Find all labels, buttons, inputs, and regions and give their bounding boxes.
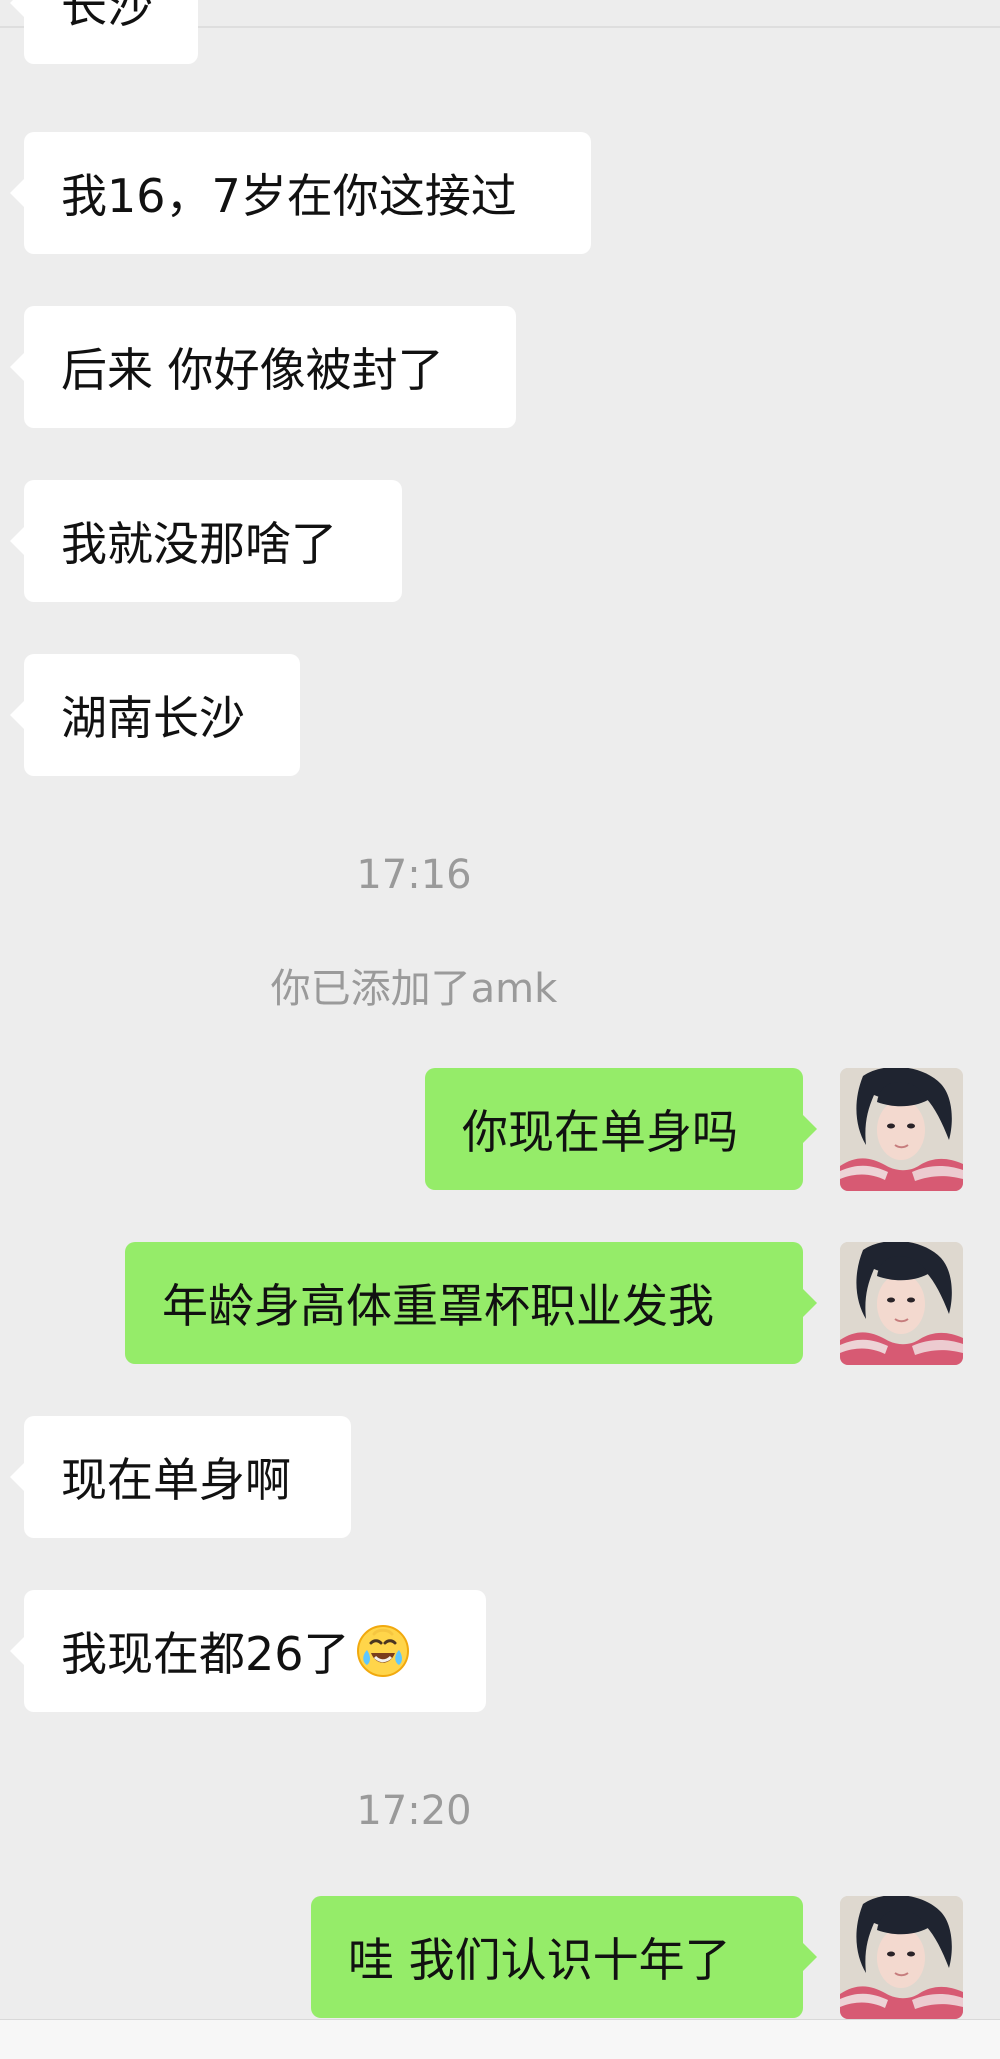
message-bubble-incoming[interactable]: 后来 你好像被封了: [10, 306, 516, 428]
message-text: 现在单身啊: [61, 1453, 291, 1507]
message-bubble-incoming[interactable]: 长沙: [10, 0, 198, 64]
message-text: 我16，7岁在你这接过: [61, 169, 517, 223]
message-bubble-outgoing[interactable]: 哇 我们认识十年了: [311, 1896, 817, 2018]
message-text: 年龄身高体重罩杯职业发我: [162, 1279, 714, 1333]
avatar[interactable]: [840, 1896, 963, 2019]
message-bubble-incoming[interactable]: 现在单身啊: [10, 1416, 351, 1538]
message-bubble-incoming[interactable]: 我就没那啥了: [10, 480, 402, 602]
message-bubble-incoming[interactable]: 湖南长沙: [10, 654, 300, 776]
message-bubble-outgoing[interactable]: 年龄身高体重罩杯职业发我: [125, 1242, 817, 1364]
avatar[interactable]: [840, 1242, 963, 1365]
message-text: 你现在单身吗: [462, 1105, 738, 1159]
system-message: 你已添加了amk: [270, 966, 558, 1012]
message-text: 我就没那啥了: [61, 517, 337, 571]
user-avatar-icon: [840, 1068, 963, 1191]
message-timestamp: 17:20: [356, 1788, 472, 1834]
message-bubble-incoming[interactable]: 我现在都26了: [10, 1590, 486, 1712]
message-timestamp: 17:16: [356, 852, 472, 898]
user-avatar-icon: [840, 1896, 963, 2019]
laughing-crying-emoji-icon: [354, 1622, 412, 1680]
message-text: 湖南长沙: [61, 691, 245, 745]
avatar[interactable]: [840, 1068, 963, 1191]
message-text: 长沙: [61, 0, 153, 33]
user-avatar-icon: [840, 1242, 963, 1365]
message-bubble-incoming[interactable]: 我16，7岁在你这接过: [10, 132, 591, 254]
message-text: 我现在都26了: [61, 1627, 350, 1681]
message-text: 后来 你好像被封了: [61, 343, 444, 397]
input-bar-edge: [0, 2019, 1000, 2059]
message-text: 哇 我们认识十年了: [348, 1933, 731, 1987]
message-bubble-outgoing[interactable]: 你现在单身吗: [425, 1068, 817, 1190]
